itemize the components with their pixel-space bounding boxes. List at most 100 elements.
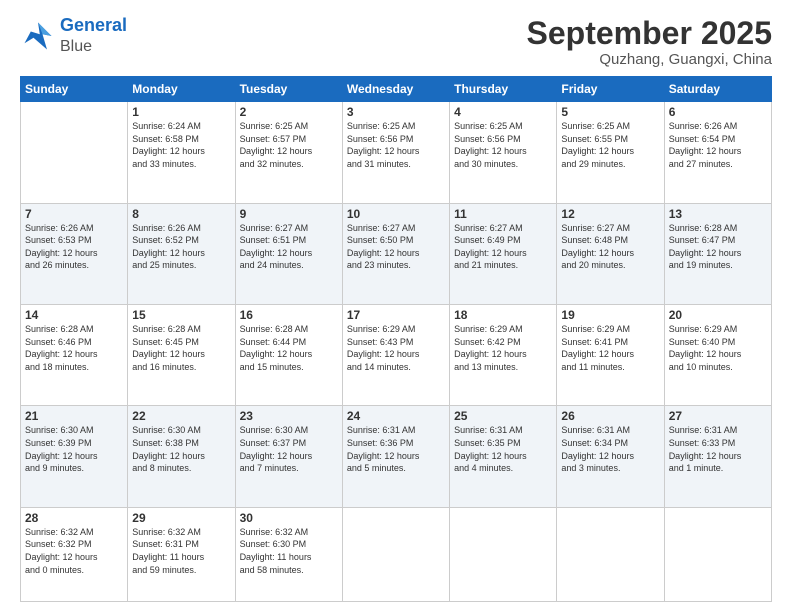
day-number: 18 <box>454 308 552 322</box>
header-tuesday: Tuesday <box>235 77 342 102</box>
table-row <box>342 507 449 601</box>
day-number: 8 <box>132 207 230 221</box>
day-number: 1 <box>132 105 230 119</box>
table-row: 25Sunrise: 6:31 AM Sunset: 6:35 PM Dayli… <box>450 406 557 507</box>
day-number: 5 <box>561 105 659 119</box>
day-info: Sunrise: 6:25 AM Sunset: 6:56 PM Dayligh… <box>454 120 552 170</box>
day-info: Sunrise: 6:31 AM Sunset: 6:33 PM Dayligh… <box>669 424 767 474</box>
day-number: 17 <box>347 308 445 322</box>
day-number: 2 <box>240 105 338 119</box>
day-info: Sunrise: 6:28 AM Sunset: 6:44 PM Dayligh… <box>240 323 338 373</box>
table-row: 27Sunrise: 6:31 AM Sunset: 6:33 PM Dayli… <box>664 406 771 507</box>
day-number: 13 <box>669 207 767 221</box>
location-subtitle: Quzhang, Guangxi, China <box>527 51 772 68</box>
day-info: Sunrise: 6:31 AM Sunset: 6:34 PM Dayligh… <box>561 424 659 474</box>
table-row: 4Sunrise: 6:25 AM Sunset: 6:56 PM Daylig… <box>450 102 557 203</box>
table-row: 11Sunrise: 6:27 AM Sunset: 6:49 PM Dayli… <box>450 203 557 304</box>
day-number: 25 <box>454 409 552 423</box>
day-number: 30 <box>240 511 338 525</box>
day-info: Sunrise: 6:25 AM Sunset: 6:56 PM Dayligh… <box>347 120 445 170</box>
day-number: 19 <box>561 308 659 322</box>
day-number: 4 <box>454 105 552 119</box>
day-number: 20 <box>669 308 767 322</box>
day-number: 15 <box>132 308 230 322</box>
logo-icon <box>20 18 56 54</box>
table-row: 5Sunrise: 6:25 AM Sunset: 6:55 PM Daylig… <box>557 102 664 203</box>
day-info: Sunrise: 6:27 AM Sunset: 6:50 PM Dayligh… <box>347 222 445 272</box>
table-row: 9Sunrise: 6:27 AM Sunset: 6:51 PM Daylig… <box>235 203 342 304</box>
table-row: 10Sunrise: 6:27 AM Sunset: 6:50 PM Dayli… <box>342 203 449 304</box>
title-area: September 2025 Quzhang, Guangxi, China <box>527 16 772 68</box>
table-row: 16Sunrise: 6:28 AM Sunset: 6:44 PM Dayli… <box>235 305 342 406</box>
table-row: 12Sunrise: 6:27 AM Sunset: 6:48 PM Dayli… <box>557 203 664 304</box>
day-info: Sunrise: 6:27 AM Sunset: 6:51 PM Dayligh… <box>240 222 338 272</box>
day-number: 21 <box>25 409 123 423</box>
day-info: Sunrise: 6:32 AM Sunset: 6:31 PM Dayligh… <box>132 526 230 576</box>
day-number: 11 <box>454 207 552 221</box>
day-info: Sunrise: 6:26 AM Sunset: 6:53 PM Dayligh… <box>25 222 123 272</box>
calendar-header-row: Sunday Monday Tuesday Wednesday Thursday… <box>21 77 772 102</box>
day-info: Sunrise: 6:28 AM Sunset: 6:45 PM Dayligh… <box>132 323 230 373</box>
table-row <box>21 102 128 203</box>
page: General Blue September 2025 Quzhang, Gua… <box>0 0 792 612</box>
day-info: Sunrise: 6:26 AM Sunset: 6:54 PM Dayligh… <box>669 120 767 170</box>
table-row: 7Sunrise: 6:26 AM Sunset: 6:53 PM Daylig… <box>21 203 128 304</box>
day-info: Sunrise: 6:28 AM Sunset: 6:46 PM Dayligh… <box>25 323 123 373</box>
day-info: Sunrise: 6:29 AM Sunset: 6:42 PM Dayligh… <box>454 323 552 373</box>
day-info: Sunrise: 6:29 AM Sunset: 6:41 PM Dayligh… <box>561 323 659 373</box>
table-row: 26Sunrise: 6:31 AM Sunset: 6:34 PM Dayli… <box>557 406 664 507</box>
logo-line1: General <box>60 15 127 35</box>
table-row <box>557 507 664 601</box>
month-title: September 2025 <box>527 16 772 51</box>
table-row: 28Sunrise: 6:32 AM Sunset: 6:32 PM Dayli… <box>21 507 128 601</box>
day-number: 22 <box>132 409 230 423</box>
day-info: Sunrise: 6:31 AM Sunset: 6:35 PM Dayligh… <box>454 424 552 474</box>
logo: General Blue <box>20 16 127 56</box>
table-row: 6Sunrise: 6:26 AM Sunset: 6:54 PM Daylig… <box>664 102 771 203</box>
table-row: 23Sunrise: 6:30 AM Sunset: 6:37 PM Dayli… <box>235 406 342 507</box>
day-number: 7 <box>25 207 123 221</box>
day-number: 28 <box>25 511 123 525</box>
table-row: 14Sunrise: 6:28 AM Sunset: 6:46 PM Dayli… <box>21 305 128 406</box>
day-info: Sunrise: 6:28 AM Sunset: 6:47 PM Dayligh… <box>669 222 767 272</box>
table-row: 29Sunrise: 6:32 AM Sunset: 6:31 PM Dayli… <box>128 507 235 601</box>
day-info: Sunrise: 6:32 AM Sunset: 6:30 PM Dayligh… <box>240 526 338 576</box>
table-row: 15Sunrise: 6:28 AM Sunset: 6:45 PM Dayli… <box>128 305 235 406</box>
day-info: Sunrise: 6:29 AM Sunset: 6:40 PM Dayligh… <box>669 323 767 373</box>
logo-text: General Blue <box>60 16 127 56</box>
header-friday: Friday <box>557 77 664 102</box>
header-thursday: Thursday <box>450 77 557 102</box>
day-info: Sunrise: 6:24 AM Sunset: 6:58 PM Dayligh… <box>132 120 230 170</box>
day-info: Sunrise: 6:26 AM Sunset: 6:52 PM Dayligh… <box>132 222 230 272</box>
header-wednesday: Wednesday <box>342 77 449 102</box>
table-row: 8Sunrise: 6:26 AM Sunset: 6:52 PM Daylig… <box>128 203 235 304</box>
day-number: 26 <box>561 409 659 423</box>
day-number: 27 <box>669 409 767 423</box>
day-info: Sunrise: 6:27 AM Sunset: 6:48 PM Dayligh… <box>561 222 659 272</box>
table-row: 22Sunrise: 6:30 AM Sunset: 6:38 PM Dayli… <box>128 406 235 507</box>
day-number: 24 <box>347 409 445 423</box>
day-info: Sunrise: 6:30 AM Sunset: 6:38 PM Dayligh… <box>132 424 230 474</box>
table-row: 21Sunrise: 6:30 AM Sunset: 6:39 PM Dayli… <box>21 406 128 507</box>
table-row <box>450 507 557 601</box>
calendar-table: Sunday Monday Tuesday Wednesday Thursday… <box>20 76 772 602</box>
day-info: Sunrise: 6:29 AM Sunset: 6:43 PM Dayligh… <box>347 323 445 373</box>
table-row: 3Sunrise: 6:25 AM Sunset: 6:56 PM Daylig… <box>342 102 449 203</box>
day-info: Sunrise: 6:30 AM Sunset: 6:37 PM Dayligh… <box>240 424 338 474</box>
day-number: 14 <box>25 308 123 322</box>
day-number: 29 <box>132 511 230 525</box>
day-info: Sunrise: 6:31 AM Sunset: 6:36 PM Dayligh… <box>347 424 445 474</box>
day-number: 16 <box>240 308 338 322</box>
day-number: 9 <box>240 207 338 221</box>
day-info: Sunrise: 6:32 AM Sunset: 6:32 PM Dayligh… <box>25 526 123 576</box>
table-row: 18Sunrise: 6:29 AM Sunset: 6:42 PM Dayli… <box>450 305 557 406</box>
table-row: 17Sunrise: 6:29 AM Sunset: 6:43 PM Dayli… <box>342 305 449 406</box>
table-row: 19Sunrise: 6:29 AM Sunset: 6:41 PM Dayli… <box>557 305 664 406</box>
table-row: 30Sunrise: 6:32 AM Sunset: 6:30 PM Dayli… <box>235 507 342 601</box>
day-info: Sunrise: 6:27 AM Sunset: 6:49 PM Dayligh… <box>454 222 552 272</box>
day-number: 10 <box>347 207 445 221</box>
day-number: 12 <box>561 207 659 221</box>
logo-line2: Blue <box>60 38 92 55</box>
day-info: Sunrise: 6:25 AM Sunset: 6:55 PM Dayligh… <box>561 120 659 170</box>
day-info: Sunrise: 6:25 AM Sunset: 6:57 PM Dayligh… <box>240 120 338 170</box>
